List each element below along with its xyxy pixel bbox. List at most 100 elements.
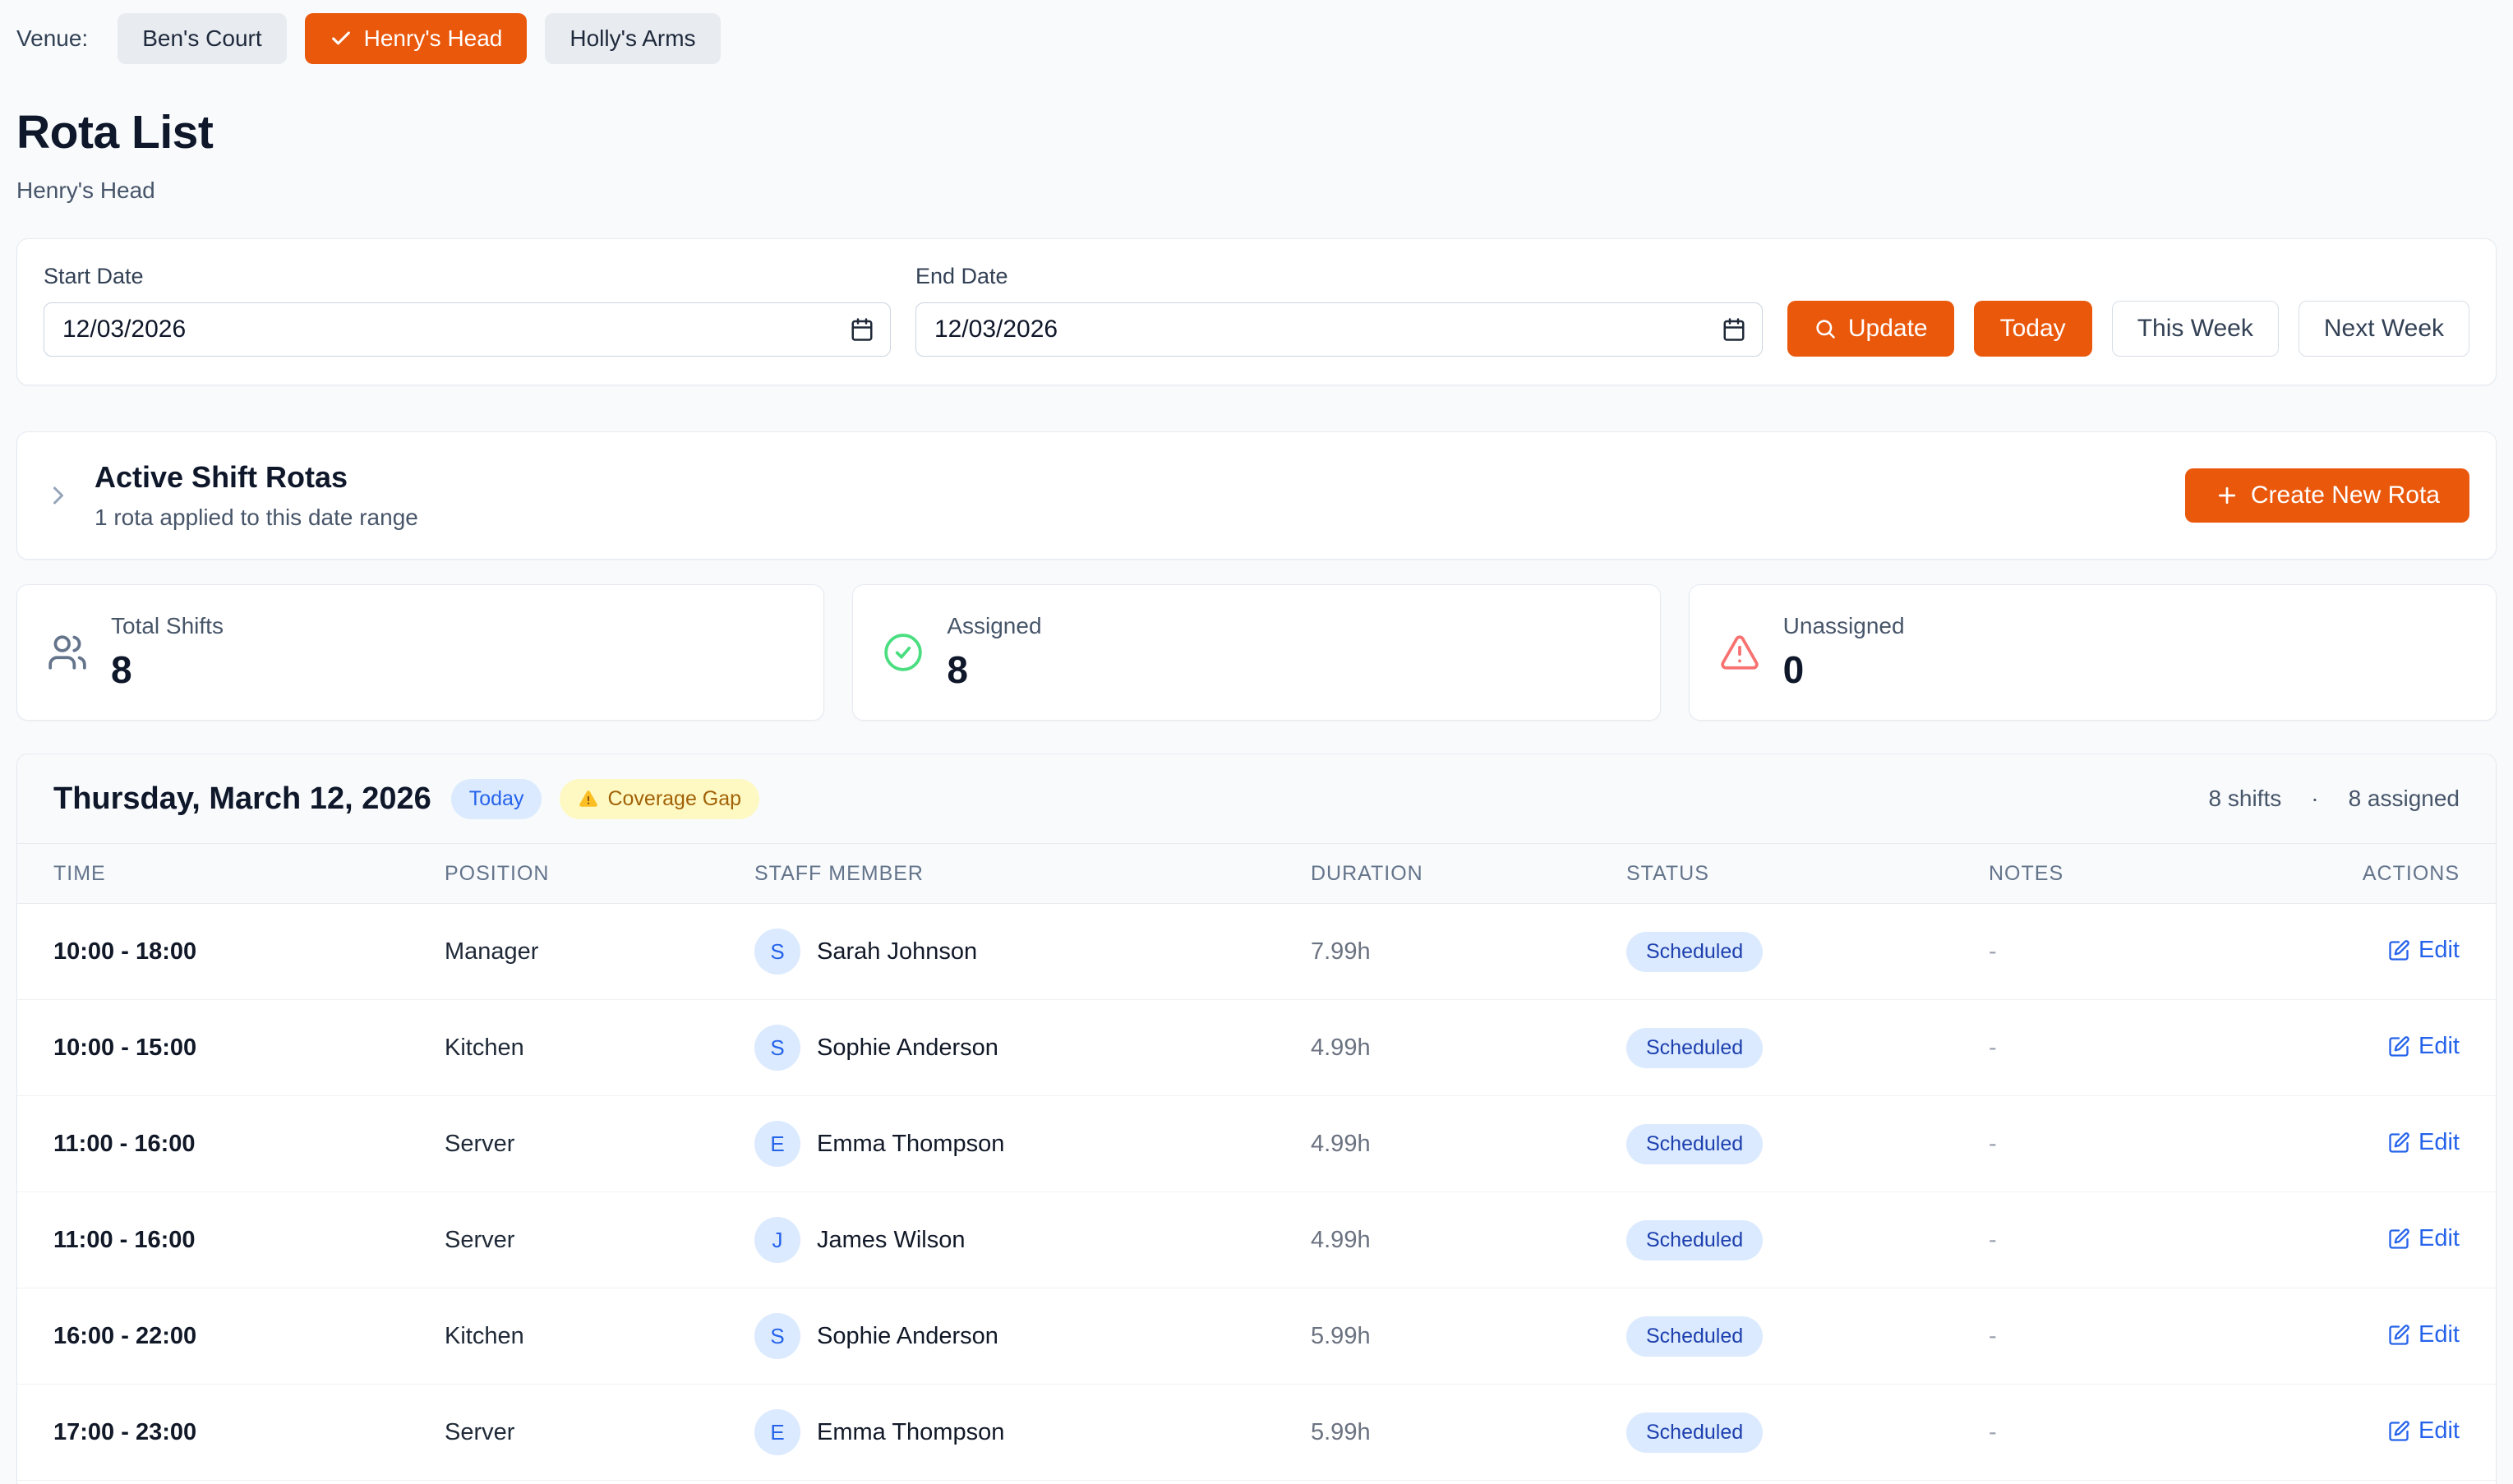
- search-icon: [1814, 317, 1837, 340]
- venue-button-henrys-head[interactable]: Henry's Head: [305, 13, 528, 64]
- status-badge: Scheduled: [1626, 932, 1763, 972]
- edit-icon: [2387, 939, 2410, 962]
- edit-icon: [2387, 1324, 2410, 1347]
- shift-notes: -: [1989, 1035, 2287, 1062]
- day-counts: 8 shifts · 8 assigned: [2209, 786, 2460, 812]
- create-new-rota-label: Create New Rota: [2251, 482, 2440, 509]
- day-header: Thursday, March 12, 2026 Today Coverage …: [17, 754, 2496, 843]
- venue-button-label: Holly's Arms: [569, 25, 695, 52]
- shift-position: Server: [445, 1131, 754, 1158]
- stat-value: 8: [947, 648, 1041, 692]
- shift-duration: 5.99h: [1311, 1323, 1626, 1350]
- column-header-position: POSITION: [445, 862, 754, 886]
- staff-name: Sophie Anderson: [817, 1035, 998, 1062]
- active-rotas-card: Active Shift Rotas 1 rota applied to thi…: [16, 431, 2497, 560]
- page-title: Rota List: [16, 105, 2497, 159]
- assigned-count: 8 assigned: [2349, 786, 2460, 812]
- shift-time: 11:00 - 16:00: [53, 1131, 445, 1158]
- table-row: 11:00 - 16:00 Server E Emma Thompson 4.9…: [17, 1096, 2496, 1192]
- page-subtitle: Henry's Head: [16, 177, 2497, 204]
- edit-button[interactable]: Edit: [2387, 1129, 2460, 1156]
- date-filter-card: Start Date End Date Update Today This: [16, 238, 2497, 385]
- shift-notes: -: [1989, 1323, 2287, 1350]
- venue-button-bens-court[interactable]: Ben's Court: [118, 13, 286, 64]
- stat-card-unassigned: Unassigned 0: [1689, 584, 2497, 721]
- start-date-group: Start Date: [44, 264, 891, 357]
- shift-position: Kitchen: [445, 1035, 754, 1062]
- edit-label: Edit: [2418, 1129, 2460, 1156]
- shift-time: 17:00 - 23:00: [53, 1419, 445, 1446]
- shift-time: 16:00 - 22:00: [53, 1323, 445, 1350]
- create-new-rota-button[interactable]: Create New Rota: [2185, 468, 2469, 523]
- update-button[interactable]: Update: [1787, 301, 1954, 357]
- shift-duration: 7.99h: [1311, 938, 1626, 966]
- shift-position: Manager: [445, 938, 754, 966]
- avatar: E: [754, 1121, 800, 1167]
- shift-position: Server: [445, 1227, 754, 1254]
- shift-duration: 4.99h: [1311, 1035, 1626, 1062]
- users-icon: [47, 632, 88, 673]
- coverage-gap-label: Coverage Gap: [607, 787, 741, 811]
- filter-buttons: Update Today This Week Next Week: [1787, 301, 2469, 357]
- stat-label: Assigned: [947, 613, 1041, 639]
- stat-value: 0: [1783, 648, 1905, 692]
- shift-position: Kitchen: [445, 1323, 754, 1350]
- column-header-actions: ACTIONS: [2363, 862, 2460, 886]
- column-header-time: TIME: [53, 862, 445, 886]
- day-title: Thursday, March 12, 2026: [53, 781, 431, 817]
- avatar: S: [754, 1025, 800, 1071]
- status-badge: Scheduled: [1626, 1220, 1763, 1260]
- shifts-count: 8 shifts: [2209, 786, 2282, 812]
- venue-bar: Venue: Ben's Court Henry's Head Holly's …: [16, 13, 2497, 64]
- check-icon: [330, 27, 353, 50]
- shift-notes: -: [1989, 1131, 2287, 1158]
- avatar: E: [754, 1409, 800, 1455]
- this-week-button[interactable]: This Week: [2112, 301, 2279, 357]
- next-week-button-label: Next Week: [2324, 315, 2444, 343]
- table-row: 11:00 - 16:00 Server J James Wilson 4.99…: [17, 1192, 2496, 1288]
- edit-button[interactable]: Edit: [2387, 1321, 2460, 1348]
- edit-label: Edit: [2418, 1321, 2460, 1348]
- edit-label: Edit: [2418, 1033, 2460, 1060]
- warning-icon: [578, 788, 599, 809]
- edit-label: Edit: [2418, 1225, 2460, 1252]
- column-header-duration: DURATION: [1311, 862, 1626, 886]
- edit-icon: [2387, 1420, 2410, 1443]
- venue-button-label: Henry's Head: [364, 25, 503, 52]
- start-date-label: Start Date: [44, 264, 891, 289]
- active-rotas-toggle[interactable]: Active Shift Rotas 1 rota applied to thi…: [44, 460, 418, 531]
- update-button-label: Update: [1848, 315, 1928, 343]
- next-week-button[interactable]: Next Week: [2299, 301, 2469, 357]
- stat-label: Total Shifts: [111, 613, 224, 639]
- venue-button-hollys-arms[interactable]: Holly's Arms: [545, 13, 720, 64]
- shift-position: Server: [445, 1419, 754, 1446]
- today-button[interactable]: Today: [1974, 301, 2092, 357]
- status-badge: Scheduled: [1626, 1124, 1763, 1164]
- this-week-button-label: This Week: [2137, 315, 2253, 343]
- chevron-right-icon: [44, 481, 73, 510]
- edit-button[interactable]: Edit: [2387, 1033, 2460, 1060]
- calendar-icon[interactable]: [1722, 317, 1746, 342]
- edit-button[interactable]: Edit: [2387, 937, 2460, 964]
- calendar-icon[interactable]: [850, 317, 874, 342]
- day-shifts-card: Thursday, March 12, 2026 Today Coverage …: [16, 754, 2497, 1484]
- avatar: J: [754, 1217, 800, 1263]
- venue-button-label: Ben's Court: [142, 25, 261, 52]
- shift-time: 10:00 - 18:00: [53, 938, 445, 966]
- edit-label: Edit: [2418, 937, 2460, 964]
- staff-name: Sarah Johnson: [817, 938, 977, 966]
- venue-label: Venue:: [16, 25, 88, 52]
- plus-icon: [2215, 483, 2239, 508]
- edit-label: Edit: [2418, 1417, 2460, 1445]
- edit-button[interactable]: Edit: [2387, 1225, 2460, 1252]
- avatar: S: [754, 929, 800, 975]
- start-date-input[interactable]: [44, 302, 891, 357]
- stat-value: 8: [111, 648, 224, 692]
- stat-card-total-shifts: Total Shifts 8: [16, 584, 824, 721]
- table-row: 17:00 - 23:00 Server E Emma Thompson 5.9…: [17, 1385, 2496, 1481]
- stat-card-assigned: Assigned 8: [852, 584, 1660, 721]
- edit-icon: [2387, 1131, 2410, 1154]
- staff-name: Emma Thompson: [817, 1419, 1004, 1446]
- end-date-input[interactable]: [915, 302, 1763, 357]
- edit-button[interactable]: Edit: [2387, 1417, 2460, 1445]
